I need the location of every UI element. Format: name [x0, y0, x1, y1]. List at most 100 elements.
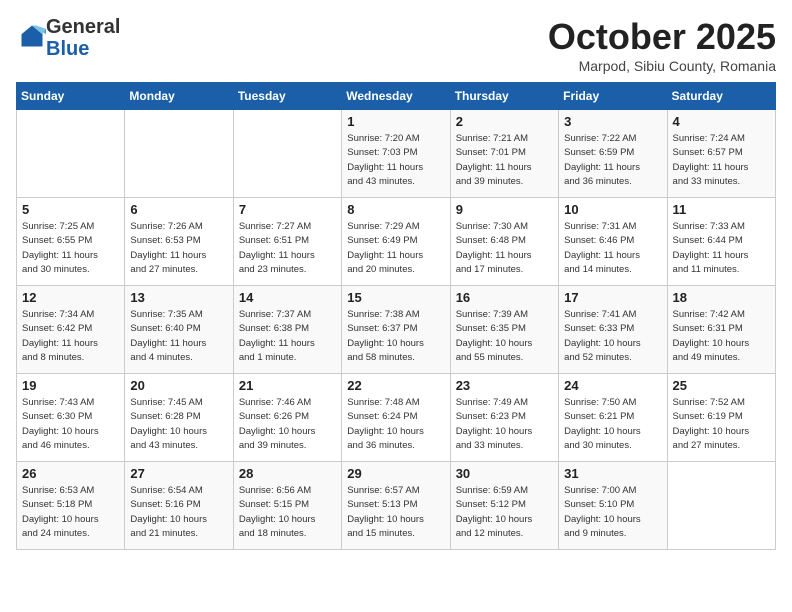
calendar-cell: [233, 110, 341, 198]
day-info: Sunrise: 7:50 AM Sunset: 6:21 PM Dayligh…: [564, 396, 661, 453]
week-row-1: 1Sunrise: 7:20 AM Sunset: 7:03 PM Daylig…: [17, 110, 776, 198]
day-info: Sunrise: 7:27 AM Sunset: 6:51 PM Dayligh…: [239, 220, 336, 277]
day-number: 25: [673, 378, 770, 393]
day-info: Sunrise: 7:43 AM Sunset: 6:30 PM Dayligh…: [22, 396, 119, 453]
calendar-cell: 27 Sunrise: 6:54 AM Sunset: 5:16 PM Dayli…: [125, 462, 233, 550]
page-header: General Blue October 2025 Marpod, Sibiu …: [16, 16, 776, 74]
calendar-cell: 6 Sunrise: 7:26 AM Sunset: 6:53 PM Daylig…: [125, 198, 233, 286]
day-info: Sunrise: 7:52 AM Sunset: 6:19 PM Dayligh…: [673, 396, 770, 453]
calendar-table: SundayMondayTuesdayWednesdayThursdayFrid…: [16, 82, 776, 550]
title-block: October 2025 Marpod, Sibiu County, Roman…: [548, 16, 776, 74]
day-info: Sunrise: 7:37 AM Sunset: 6:38 PM Dayligh…: [239, 308, 336, 365]
day-number: 27: [130, 466, 227, 481]
logo-general: General: [46, 16, 120, 38]
day-number: 26: [22, 466, 119, 481]
day-number: 5: [22, 202, 119, 217]
day-info: Sunrise: 7:24 AM Sunset: 6:57 PM Dayligh…: [673, 132, 770, 189]
day-info: Sunrise: 7:39 AM Sunset: 6:35 PM Dayligh…: [456, 308, 553, 365]
day-number: 29: [347, 466, 444, 481]
week-row-2: 5Sunrise: 7:25 AM Sunset: 6:55 PM Daylig…: [17, 198, 776, 286]
day-info: Sunrise: 7:00 AM Sunset: 5:10 PM Dayligh…: [564, 484, 661, 541]
day-number: 19: [22, 378, 119, 393]
day-number: 13: [130, 290, 227, 305]
day-info: Sunrise: 7:26 AM Sunset: 6:53 PM Dayligh…: [130, 220, 227, 277]
calendar-cell: 4 Sunrise: 7:24 AM Sunset: 6:57 PM Daylig…: [667, 110, 775, 198]
weekday-monday: Monday: [125, 83, 233, 110]
day-number: 20: [130, 378, 227, 393]
day-number: 17: [564, 290, 661, 305]
calendar-cell: 12 Sunrise: 7:34 AM Sunset: 6:42 PM Dayli…: [17, 286, 125, 374]
calendar-cell: 13Sunrise: 7:35 AM Sunset: 6:40 PM Dayli…: [125, 286, 233, 374]
day-number: 3: [564, 114, 661, 129]
day-number: 4: [673, 114, 770, 129]
day-number: 12: [22, 290, 119, 305]
day-info: Sunrise: 7:46 AM Sunset: 6:26 PM Dayligh…: [239, 396, 336, 453]
logo-icon: [18, 22, 46, 50]
logo: General Blue: [16, 16, 120, 60]
day-info: Sunrise: 7:31 AM Sunset: 6:46 PM Dayligh…: [564, 220, 661, 277]
week-row-3: 12 Sunrise: 7:34 AM Sunset: 6:42 PM Dayli…: [17, 286, 776, 374]
calendar-cell: 30Sunrise: 6:59 AM Sunset: 5:12 PM Dayli…: [450, 462, 558, 550]
day-info: Sunrise: 6:59 AM Sunset: 5:12 PM Dayligh…: [456, 484, 553, 541]
day-number: 16: [456, 290, 553, 305]
day-number: 2: [456, 114, 553, 129]
day-info: Sunrise: 7:34 AM Sunset: 6:42 PM Dayligh…: [22, 308, 119, 365]
calendar-cell: 23 Sunrise: 7:49 AM Sunset: 6:23 PM Dayli…: [450, 374, 558, 462]
calendar-cell: 22Sunrise: 7:48 AM Sunset: 6:24 PM Dayli…: [342, 374, 450, 462]
calendar-cell: [125, 110, 233, 198]
day-number: 9: [456, 202, 553, 217]
day-number: 28: [239, 466, 336, 481]
calendar-cell: [667, 462, 775, 550]
weekday-wednesday: Wednesday: [342, 83, 450, 110]
calendar-cell: 20Sunrise: 7:45 AM Sunset: 6:28 PM Dayli…: [125, 374, 233, 462]
calendar-cell: 26 Sunrise: 6:53 AM Sunset: 5:18 PM Dayli…: [17, 462, 125, 550]
day-info: Sunrise: 7:42 AM Sunset: 6:31 PM Dayligh…: [673, 308, 770, 365]
calendar-cell: 28Sunrise: 6:56 AM Sunset: 5:15 PM Dayli…: [233, 462, 341, 550]
weekday-friday: Friday: [559, 83, 667, 110]
weekday-sunday: Sunday: [17, 83, 125, 110]
day-info: Sunrise: 7:22 AM Sunset: 6:59 PM Dayligh…: [564, 132, 661, 189]
day-info: Sunrise: 7:41 AM Sunset: 6:33 PM Dayligh…: [564, 308, 661, 365]
weekday-thursday: Thursday: [450, 83, 558, 110]
day-info: Sunrise: 7:33 AM Sunset: 6:44 PM Dayligh…: [673, 220, 770, 277]
day-info: Sunrise: 7:30 AM Sunset: 6:48 PM Dayligh…: [456, 220, 553, 277]
calendar-cell: 3 Sunrise: 7:22 AM Sunset: 6:59 PM Daylig…: [559, 110, 667, 198]
calendar-cell: 2 Sunrise: 7:21 AM Sunset: 7:01 PM Daylig…: [450, 110, 558, 198]
calendar-cell: 29 Sunrise: 6:57 AM Sunset: 5:13 PM Dayli…: [342, 462, 450, 550]
day-number: 23: [456, 378, 553, 393]
calendar-cell: 5Sunrise: 7:25 AM Sunset: 6:55 PM Daylig…: [17, 198, 125, 286]
day-number: 6: [130, 202, 227, 217]
calendar-cell: 21 Sunrise: 7:46 AM Sunset: 6:26 PM Dayli…: [233, 374, 341, 462]
calendar-cell: 17 Sunrise: 7:41 AM Sunset: 6:33 PM Dayli…: [559, 286, 667, 374]
day-info: Sunrise: 7:48 AM Sunset: 6:24 PM Dayligh…: [347, 396, 444, 453]
day-info: Sunrise: 6:54 AM Sunset: 5:16 PM Dayligh…: [130, 484, 227, 541]
day-number: 21: [239, 378, 336, 393]
day-number: 31: [564, 466, 661, 481]
day-number: 24: [564, 378, 661, 393]
day-info: Sunrise: 7:49 AM Sunset: 6:23 PM Dayligh…: [456, 396, 553, 453]
day-info: Sunrise: 7:20 AM Sunset: 7:03 PM Dayligh…: [347, 132, 444, 189]
calendar-cell: [17, 110, 125, 198]
day-number: 14: [239, 290, 336, 305]
calendar-cell: 10 Sunrise: 7:31 AM Sunset: 6:46 PM Dayli…: [559, 198, 667, 286]
day-number: 8: [347, 202, 444, 217]
day-number: 11: [673, 202, 770, 217]
day-number: 18: [673, 290, 770, 305]
calendar-cell: 25 Sunrise: 7:52 AM Sunset: 6:19 PM Dayli…: [667, 374, 775, 462]
calendar-cell: 14 Sunrise: 7:37 AM Sunset: 6:38 PM Dayli…: [233, 286, 341, 374]
day-info: Sunrise: 7:29 AM Sunset: 6:49 PM Dayligh…: [347, 220, 444, 277]
weekday-saturday: Saturday: [667, 83, 775, 110]
weekday-tuesday: Tuesday: [233, 83, 341, 110]
calendar-cell: 8 Sunrise: 7:29 AM Sunset: 6:49 PM Daylig…: [342, 198, 450, 286]
week-row-4: 19 Sunrise: 7:43 AM Sunset: 6:30 PM Dayli…: [17, 374, 776, 462]
day-info: Sunrise: 6:53 AM Sunset: 5:18 PM Dayligh…: [22, 484, 119, 541]
calendar-cell: 16 Sunrise: 7:39 AM Sunset: 6:35 PM Dayli…: [450, 286, 558, 374]
calendar-cell: 11 Sunrise: 7:33 AM Sunset: 6:44 PM Dayli…: [667, 198, 775, 286]
calendar-cell: 1Sunrise: 7:20 AM Sunset: 7:03 PM Daylig…: [342, 110, 450, 198]
day-info: Sunrise: 7:21 AM Sunset: 7:01 PM Dayligh…: [456, 132, 553, 189]
month-title: October 2025: [548, 16, 776, 58]
calendar-body: 1Sunrise: 7:20 AM Sunset: 7:03 PM Daylig…: [17, 110, 776, 550]
location-subtitle: Marpod, Sibiu County, Romania: [548, 58, 776, 74]
day-info: Sunrise: 6:57 AM Sunset: 5:13 PM Dayligh…: [347, 484, 444, 541]
day-number: 10: [564, 202, 661, 217]
